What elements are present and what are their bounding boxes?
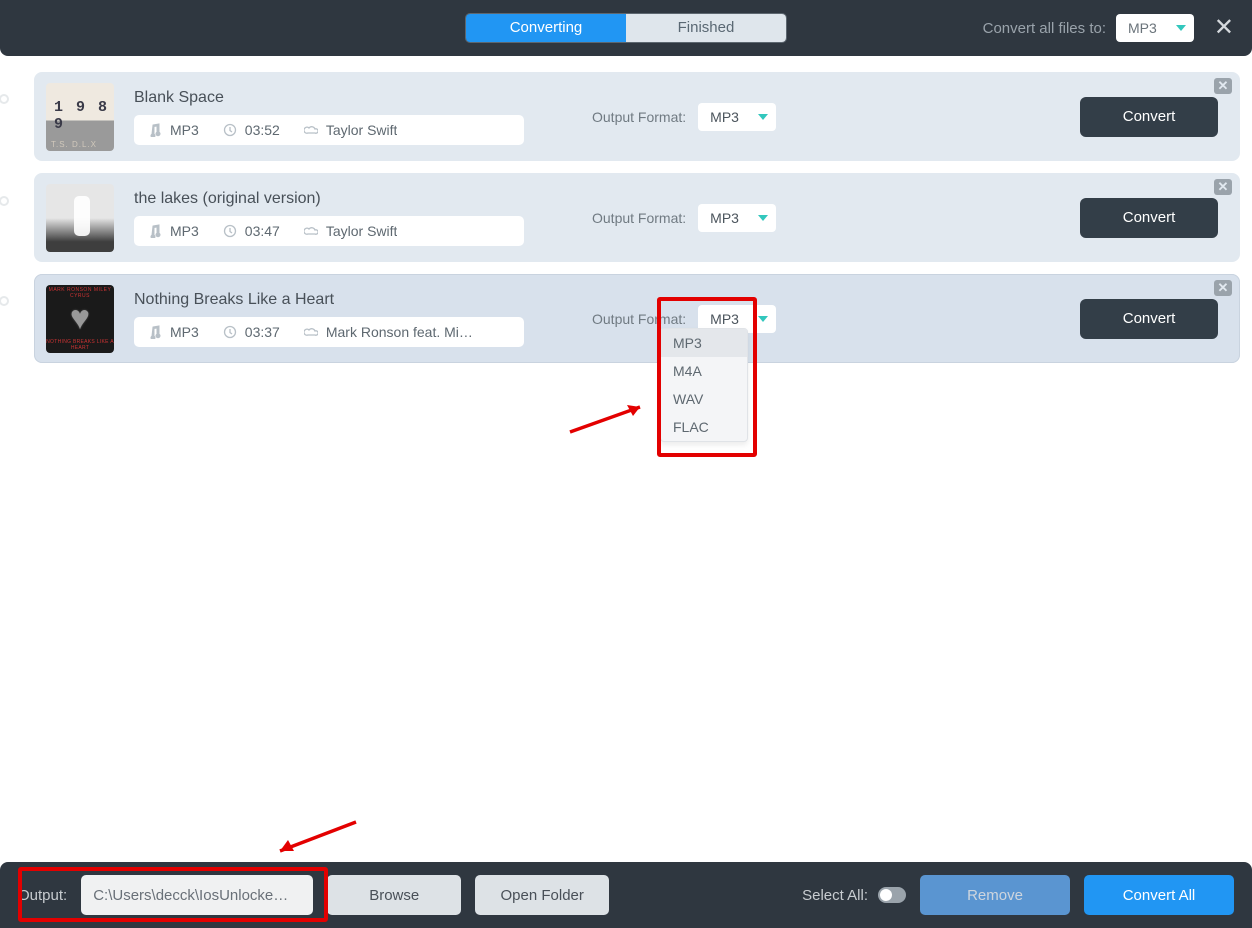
global-format-container: Convert all files to: MP3 — [983, 14, 1194, 42]
track-duration: 03:47 — [245, 223, 280, 239]
cloud-icon — [304, 325, 318, 339]
output-format-container: Output Format: MP3 — [592, 204, 776, 232]
output-format-label: Output Format: — [592, 311, 686, 327]
select-all-label: Select All: — [802, 887, 868, 904]
top-bar: Converting Finished Convert all files to… — [0, 0, 1252, 56]
track-format: MP3 — [170, 324, 199, 340]
row-bullet — [0, 196, 9, 206]
row-close-icon[interactable]: ✕ — [1214, 280, 1232, 296]
track-row: ✕ NOTHING BREAKS LIKE A HEART Nothing Br… — [34, 274, 1240, 363]
browse-button[interactable]: Browse — [327, 875, 461, 915]
chevron-down-icon — [758, 114, 768, 120]
cloud-icon — [304, 224, 318, 238]
bottom-bar: Output: C:\Users\decck\IosUnlocke… Brows… — [0, 862, 1252, 928]
output-format-label: Output Format: — [592, 109, 686, 125]
convert-button[interactable]: Convert — [1080, 97, 1218, 137]
chevron-down-icon — [758, 316, 768, 322]
global-format-value: MP3 — [1128, 20, 1157, 36]
track-meta-pill: MP3 03:52 Taylor Swift — [134, 115, 524, 145]
album-cover — [46, 83, 114, 151]
select-all-container: Select All: — [802, 887, 906, 904]
convert-button[interactable]: Convert — [1080, 299, 1218, 339]
output-format-value: MP3 — [710, 109, 739, 125]
track-meta-pill: MP3 03:37 Mark Ronson feat. Mil… — [134, 317, 524, 347]
convert-all-button[interactable]: Convert All — [1084, 875, 1234, 915]
chevron-down-icon — [1176, 25, 1186, 31]
tab-converting[interactable]: Converting — [466, 14, 626, 42]
annotation-arrow-dropdown — [565, 398, 655, 438]
clock-icon — [223, 123, 237, 137]
track-title: the lakes (original version) — [134, 190, 524, 208]
track-duration: 03:37 — [245, 324, 280, 340]
format-option[interactable]: MP3 — [661, 329, 747, 357]
row-bullet — [0, 94, 9, 104]
output-format-select[interactable]: MP3 — [698, 103, 776, 131]
output-path-field[interactable]: C:\Users\decck\IosUnlocke… — [81, 875, 313, 915]
clock-icon — [223, 325, 237, 339]
track-row: ✕ Blank Space MP3 03:52 Taylor Swift Out… — [34, 72, 1240, 161]
track-row: ✕ the lakes (original version) MP3 03:47… — [34, 173, 1240, 262]
track-artist: Taylor Swift — [326, 223, 398, 239]
clock-icon — [223, 224, 237, 238]
output-format-value: MP3 — [710, 210, 739, 226]
track-format: MP3 — [170, 122, 199, 138]
row-close-icon[interactable]: ✕ — [1214, 179, 1232, 195]
cloud-icon — [304, 123, 318, 137]
track-title: Nothing Breaks Like a Heart — [134, 291, 524, 309]
track-meta-pill: MP3 03:47 Taylor Swift — [134, 216, 524, 246]
format-dropdown[interactable]: MP3M4AWAVFLAC — [660, 328, 748, 442]
chevron-down-icon — [758, 215, 768, 221]
open-folder-button[interactable]: Open Folder — [475, 875, 609, 915]
remove-button[interactable]: Remove — [920, 875, 1070, 915]
output-format-label: Output Format: — [592, 210, 686, 226]
output-format-select[interactable]: MP3 — [698, 204, 776, 232]
album-cover — [46, 184, 114, 252]
select-all-toggle[interactable] — [878, 887, 906, 903]
format-option[interactable]: FLAC — [661, 413, 747, 441]
track-artist: Taylor Swift — [326, 122, 398, 138]
track-list: ✕ Blank Space MP3 03:52 Taylor Swift Out… — [0, 56, 1252, 379]
convert-all-files-label: Convert all files to: — [983, 20, 1106, 37]
format-option[interactable]: M4A — [661, 357, 747, 385]
track-format: MP3 — [170, 223, 199, 239]
row-close-icon[interactable]: ✕ — [1214, 78, 1232, 94]
output-format-container: Output Format: MP3 — [592, 103, 776, 131]
annotation-arrow-output — [266, 818, 362, 858]
row-bullet — [0, 296, 9, 306]
music-note-icon — [148, 224, 162, 238]
close-icon[interactable]: ✕ — [1214, 16, 1234, 40]
global-format-select[interactable]: MP3 — [1116, 14, 1194, 42]
track-artist: Mark Ronson feat. Mil… — [326, 324, 476, 340]
output-label: Output: — [18, 887, 67, 904]
tab-finished[interactable]: Finished — [626, 14, 786, 42]
format-option[interactable]: WAV — [661, 385, 747, 413]
music-note-icon — [148, 325, 162, 339]
album-cover: NOTHING BREAKS LIKE A HEART — [46, 285, 114, 353]
track-duration: 03:52 — [245, 122, 280, 138]
track-title: Blank Space — [134, 89, 524, 107]
output-format-value: MP3 — [710, 311, 739, 327]
convert-button[interactable]: Convert — [1080, 198, 1218, 238]
mode-tabs: Converting Finished — [465, 13, 787, 43]
music-note-icon — [148, 123, 162, 137]
